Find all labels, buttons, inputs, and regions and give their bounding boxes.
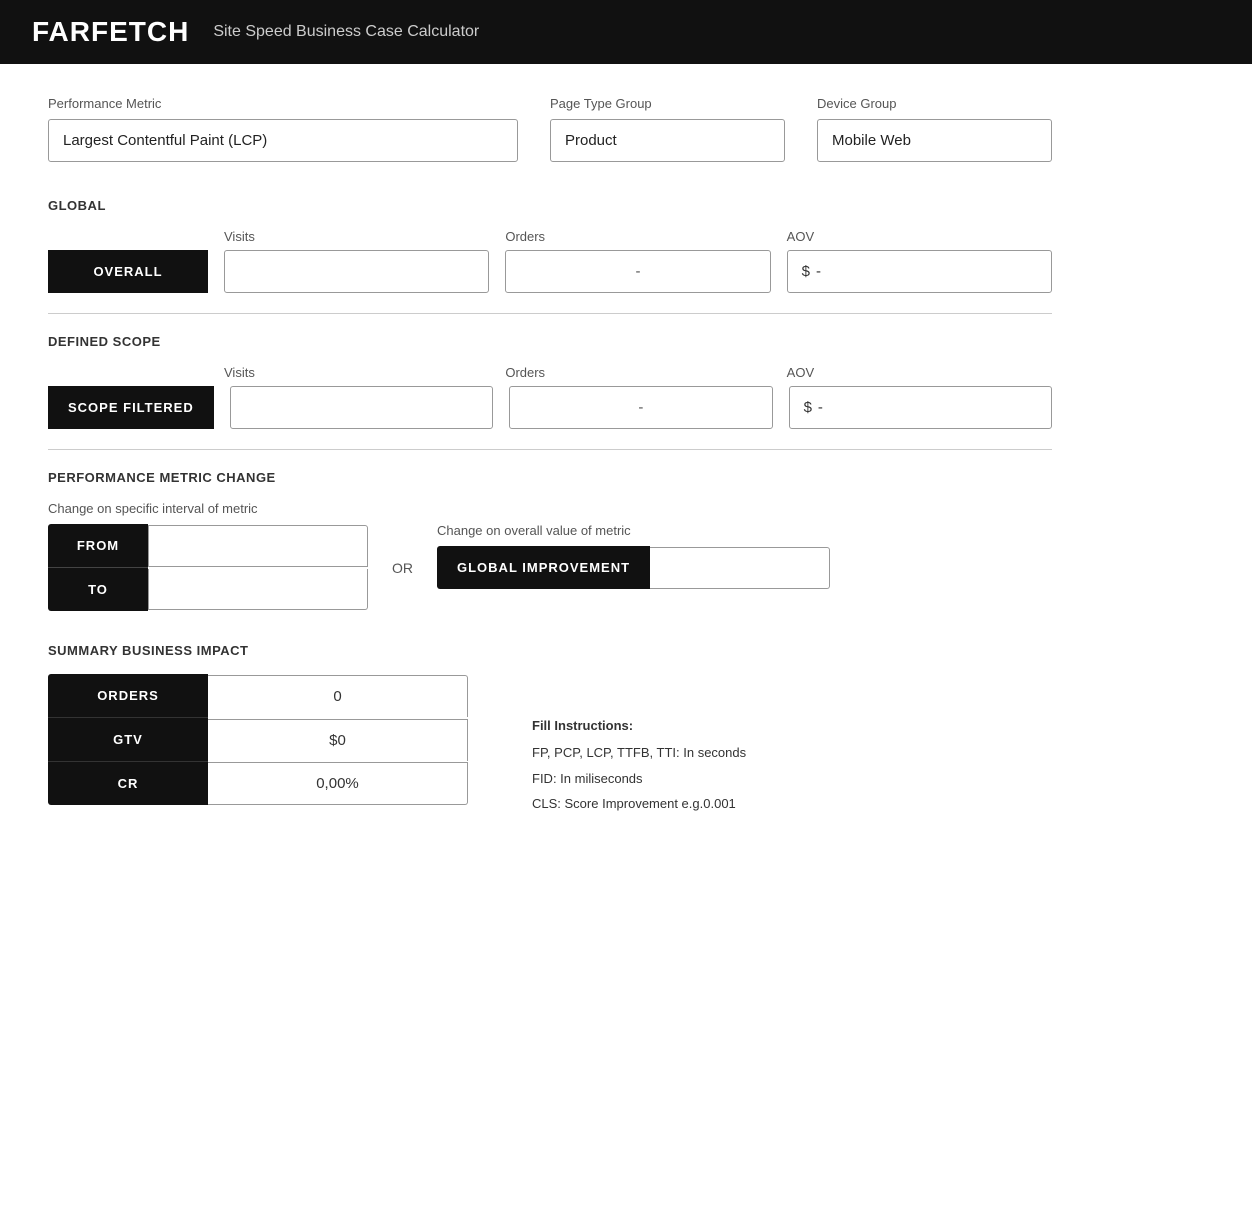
- scope-orders-display: -: [509, 386, 772, 429]
- header-title: Site Speed Business Case Calculator: [213, 23, 479, 41]
- page-type-group-field: Page Type Group: [550, 96, 785, 162]
- divider-1: [48, 313, 1052, 314]
- divider-2: [48, 449, 1052, 450]
- page-type-group-input[interactable]: [550, 119, 785, 162]
- perf-metric-row: Change on specific interval of metric FR…: [48, 501, 1052, 611]
- overall-button[interactable]: OVERALL: [48, 250, 208, 293]
- gtv-row: GTV $0: [48, 718, 468, 762]
- header: FARFETCH Site Speed Business Case Calcul…: [0, 0, 1252, 64]
- device-group-label: Device Group: [817, 96, 1052, 111]
- to-input[interactable]: [148, 569, 368, 610]
- scope-aov-col: $ -: [789, 386, 1052, 429]
- global-improvement-group: GLOBAL IMPROVEMENT: [437, 546, 830, 589]
- performance-metric-label: Performance Metric: [48, 96, 518, 111]
- global-improvement-area: Change on overall value of metric GLOBAL…: [437, 523, 830, 589]
- defined-scope-section: DEFINED SCOPE Visits Orders AOV SCOPE FI…: [48, 334, 1052, 429]
- instruction-line-2: FID: In miliseconds: [532, 767, 746, 790]
- gtv-value: $0: [208, 719, 468, 761]
- page-type-group-label: Page Type Group: [550, 96, 785, 111]
- from-to-group: FROM TO: [48, 524, 368, 611]
- scope-aov-value: -: [818, 399, 823, 416]
- summary-section: SUMMARY BUSINESS IMPACT ORDERS 0 GTV $0 …: [48, 643, 1052, 818]
- perf-metric-change-header: PERFORMANCE METRIC CHANGE: [48, 470, 1052, 485]
- performance-metric-field: Performance Metric: [48, 96, 518, 162]
- global-improvement-button[interactable]: GLOBAL IMPROVEMENT: [437, 546, 650, 589]
- global-aov-display: $ -: [787, 250, 1052, 293]
- summary-section-header: SUMMARY BUSINESS IMPACT: [48, 643, 1052, 658]
- top-row: Performance Metric Page Type Group Devic…: [48, 96, 1052, 162]
- scope-aov-currency: $: [804, 399, 812, 416]
- scope-filtered-row: SCOPE FILTERED - $ -: [48, 386, 1052, 429]
- performance-metric-input[interactable]: [48, 119, 518, 162]
- scope-visits-header: Visits: [224, 365, 489, 380]
- global-visits-col: [224, 250, 489, 293]
- cr-row: CR 0,00%: [48, 762, 468, 805]
- change-overall-label: Change on overall value of metric: [437, 523, 830, 538]
- global-section-header: GLOBAL: [48, 198, 1052, 213]
- from-input[interactable]: [148, 525, 368, 567]
- summary-table: ORDERS 0 GTV $0 CR 0,00%: [48, 674, 468, 805]
- scope-orders-header: Orders: [505, 365, 770, 380]
- logo: FARFETCH: [32, 16, 189, 48]
- scope-col-headers: Visits Orders AOV: [224, 365, 1052, 386]
- scope-orders-col: -: [509, 386, 772, 429]
- global-improvement-input[interactable]: [650, 547, 830, 589]
- bottom-row: ORDERS 0 GTV $0 CR 0,00% Fill Instructio…: [48, 674, 1052, 818]
- global-inputs: - $ -: [224, 250, 1052, 293]
- from-to-area: Change on specific interval of metric FR…: [48, 501, 368, 611]
- global-aov-header: AOV: [787, 229, 1052, 244]
- perf-metric-change-section: PERFORMANCE METRIC CHANGE Change on spec…: [48, 470, 1052, 611]
- global-aov-col: $ -: [787, 250, 1052, 293]
- to-button[interactable]: TO: [48, 567, 148, 611]
- orders-row: ORDERS 0: [48, 674, 468, 718]
- device-group-field: Device Group: [817, 96, 1052, 162]
- global-overall-row: OVERALL - $ -: [48, 250, 1052, 293]
- global-orders-header: Orders: [505, 229, 770, 244]
- cr-label: CR: [48, 762, 208, 805]
- change-interval-label: Change on specific interval of metric: [48, 501, 368, 516]
- cr-value: 0,00%: [208, 762, 468, 805]
- instruction-line-3: CLS: Score Improvement e.g.0.001: [532, 792, 746, 815]
- global-visits-input[interactable]: [224, 250, 489, 293]
- or-label: OR: [392, 560, 413, 576]
- scope-aov-header: AOV: [787, 365, 1052, 380]
- scope-visits-col: [230, 386, 493, 429]
- scope-filtered-button[interactable]: SCOPE FILTERED: [48, 386, 214, 429]
- global-aov-value: -: [816, 263, 821, 280]
- from-row: FROM: [48, 524, 368, 567]
- to-row: TO: [48, 567, 368, 611]
- scope-aov-display: $ -: [789, 386, 1052, 429]
- global-col-headers: Visits Orders AOV: [224, 229, 1052, 250]
- global-section: GLOBAL Visits Orders AOV OVERALL - $ -: [48, 198, 1052, 293]
- global-aov-currency: $: [802, 263, 810, 280]
- defined-scope-header: DEFINED SCOPE: [48, 334, 1052, 349]
- global-visits-header: Visits: [224, 229, 489, 244]
- main-content: Performance Metric Page Type Group Devic…: [0, 64, 1100, 882]
- global-orders-col: -: [505, 250, 770, 293]
- device-group-input[interactable]: [817, 119, 1052, 162]
- global-orders-display: -: [505, 250, 770, 293]
- scope-visits-input[interactable]: [230, 386, 493, 429]
- from-button[interactable]: FROM: [48, 524, 148, 567]
- scope-inputs: - $ -: [230, 386, 1052, 429]
- orders-label: ORDERS: [48, 674, 208, 718]
- instructions-box: Fill Instructions: FP, PCP, LCP, TTFB, T…: [532, 714, 746, 818]
- instructions-title: Fill Instructions:: [532, 714, 746, 737]
- gtv-label: GTV: [48, 718, 208, 762]
- instruction-line-1: FP, PCP, LCP, TTFB, TTI: In seconds: [532, 741, 746, 764]
- orders-value: 0: [208, 675, 468, 717]
